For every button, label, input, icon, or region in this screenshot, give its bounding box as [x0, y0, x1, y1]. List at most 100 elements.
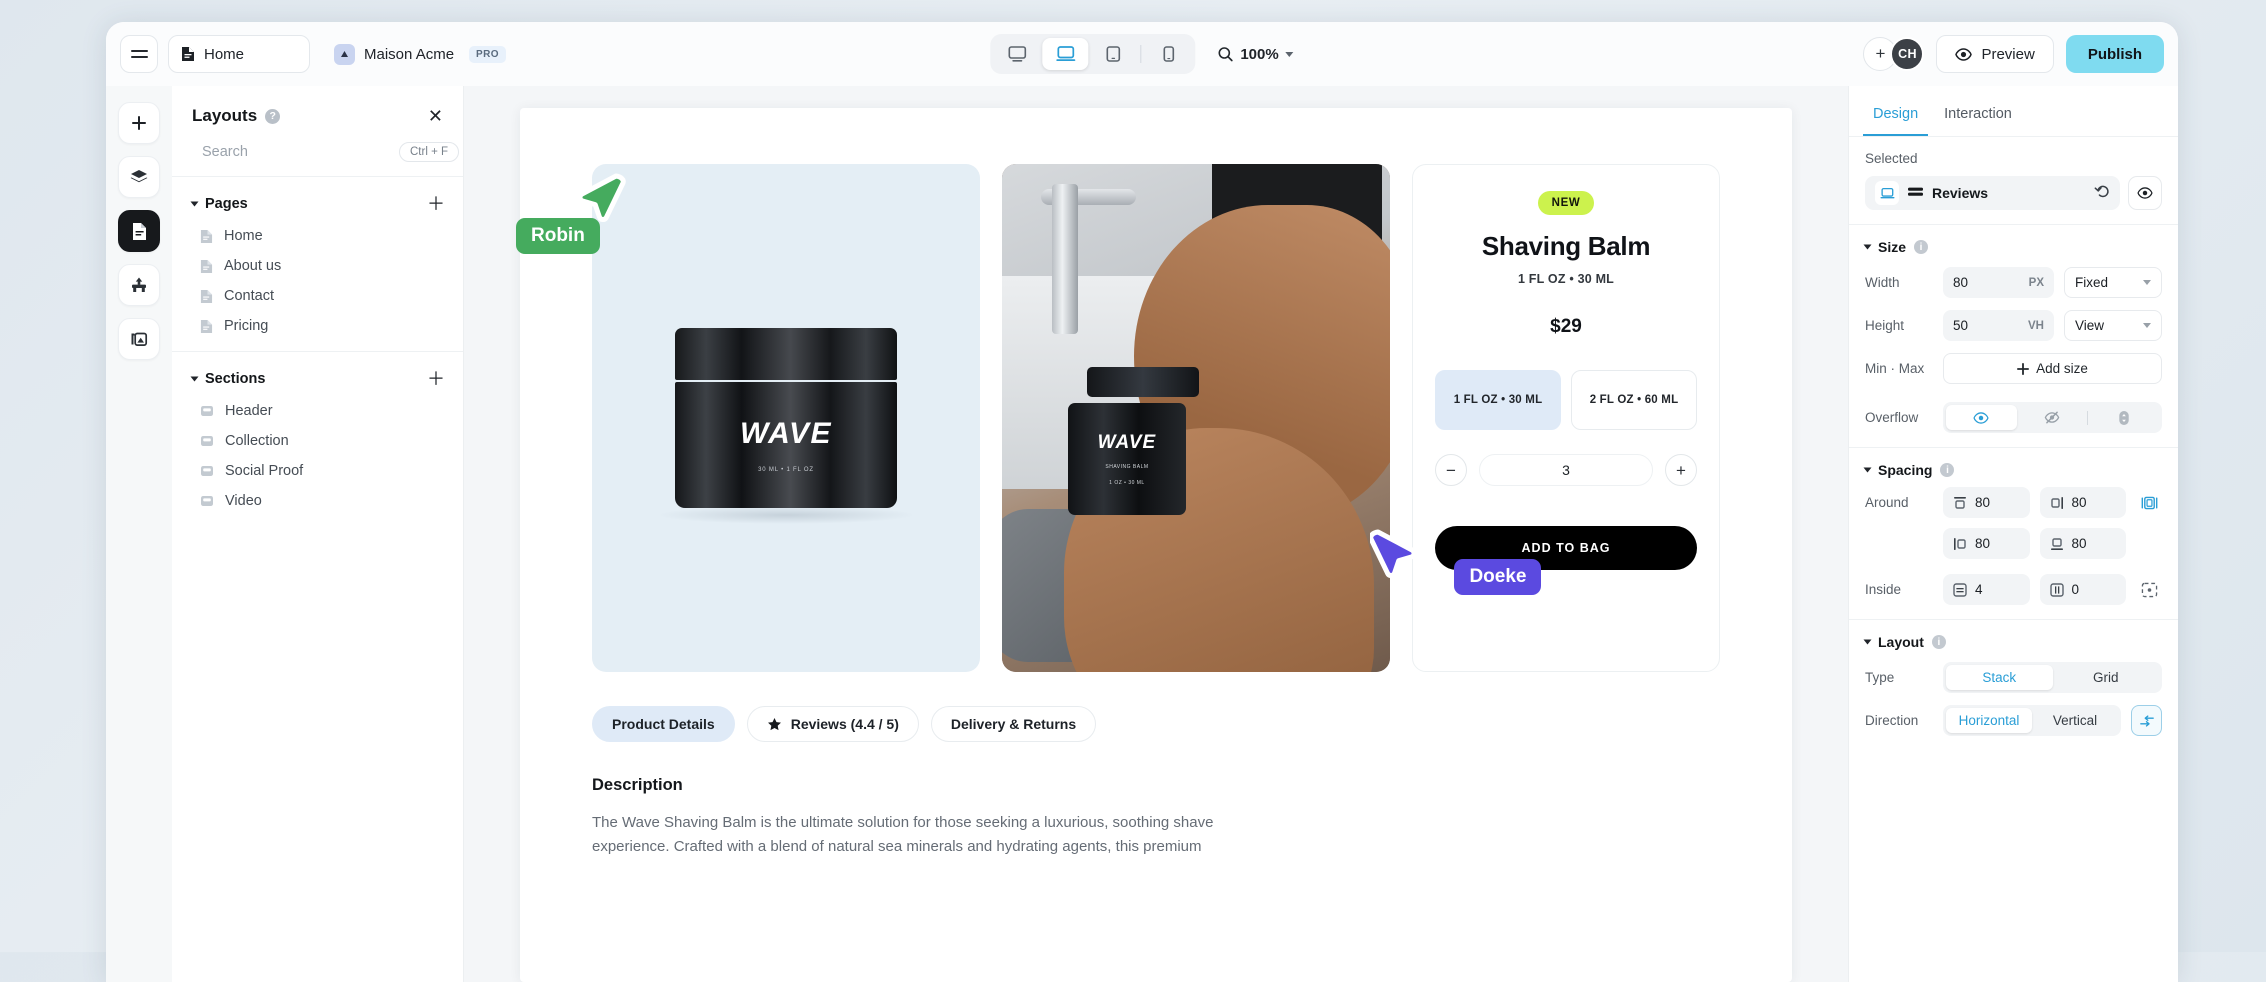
variant-option-1[interactable]: 1 FL OZ • 30 ML [1435, 370, 1561, 430]
device-desktop-button[interactable] [994, 38, 1040, 70]
layout-type-stack[interactable]: Stack [1946, 665, 2053, 690]
section-item-social-proof[interactable]: Social Proof [172, 456, 463, 486]
info-icon[interactable]: i [1914, 240, 1929, 254]
project-icon [334, 43, 355, 65]
layout-direction-vertical[interactable]: Vertical [2032, 708, 2118, 733]
variant-option-2[interactable]: 2 FL OZ • 60 ML [1571, 370, 1697, 430]
section-item-collection[interactable]: Collection [172, 426, 463, 456]
page-item-contact[interactable]: Contact [172, 281, 463, 311]
spacing-top-input[interactable]: 80 [1943, 487, 2030, 518]
preview-button[interactable]: Preview [1936, 35, 2054, 73]
left-rail [106, 86, 172, 982]
search-input[interactable] [202, 144, 389, 160]
link-spacing-icon[interactable] [2136, 495, 2162, 511]
spacing-right-input[interactable]: 80 [2039, 487, 2126, 518]
add-section-button[interactable]: ＋ [427, 370, 445, 388]
panel-header: Layouts ? ✕ [172, 86, 463, 138]
overflow-options [1943, 402, 2162, 433]
inside-vertical-input[interactable]: 4 [1943, 574, 2030, 605]
height-input[interactable]: 50 VH [1943, 310, 2054, 341]
size-section-header[interactable]: Size i [1849, 225, 2178, 261]
info-icon[interactable]: i [1940, 463, 1955, 477]
add-to-bag-button[interactable]: ADD TO BAG [1435, 526, 1697, 570]
spacing-around-row-1: Around 80 80 [1849, 484, 2178, 521]
inside-horizontal-input[interactable]: 0 [2039, 574, 2126, 605]
zoom-control[interactable]: 100% [1217, 46, 1294, 63]
close-icon[interactable]: ✕ [428, 107, 443, 125]
canvas[interactable]: WAVE 30 ML • 1 FL OZ WAVE SHAVING BALM 1… [464, 86, 1848, 982]
selected-element-chip[interactable]: Reviews [1865, 176, 2120, 210]
rail-pages-button[interactable] [118, 210, 160, 252]
tab-design[interactable]: Design [1863, 96, 1929, 136]
page-icon [200, 259, 213, 273]
size-section: Size i Width 80 PX Fixed Height 50 VH Vi… [1849, 225, 2178, 448]
layout-direction-horizontal[interactable]: Horizontal [1946, 708, 2032, 733]
width-value: 80 [1953, 275, 1969, 290]
rail-design-button[interactable] [118, 264, 160, 306]
page-item-pricing[interactable]: Pricing [172, 311, 463, 341]
overflow-hidden-button[interactable] [2017, 405, 2088, 430]
device-tablet-button[interactable] [1090, 38, 1136, 70]
inside-label: Inside [1865, 582, 1902, 597]
add-page-button[interactable]: ＋ [427, 195, 445, 213]
product-card: NEW Shaving Balm 1 FL OZ • 30 ML $29 1 F… [1412, 164, 1720, 672]
device-laptop-button[interactable] [1042, 38, 1089, 70]
reset-icon[interactable] [2094, 184, 2110, 202]
device-mobile-button[interactable] [1145, 38, 1191, 70]
spacing-around-row-2: 80 80 [1849, 521, 2178, 562]
overflow-scroll-button[interactable] [2088, 405, 2159, 430]
spacing-section-header[interactable]: Spacing i [1849, 448, 2178, 484]
info-icon[interactable]: i [1931, 635, 1946, 649]
height-value: 50 [1953, 318, 1969, 333]
tab-delivery-returns[interactable]: Delivery & Returns [930, 706, 1097, 742]
size-title: Size [1878, 239, 1907, 255]
section-item-label: Social Proof [225, 463, 304, 479]
mobile-icon [1163, 46, 1174, 62]
add-size-button[interactable]: Add size [1943, 353, 2162, 384]
rail-assets-button[interactable] [118, 318, 160, 360]
page-item-home[interactable]: Home [172, 221, 463, 251]
overflow-visible-button[interactable] [1946, 405, 2017, 430]
plus-icon [2017, 362, 2030, 375]
width-mode-select[interactable]: Fixed [2064, 267, 2162, 298]
project-selector[interactable]: Maison Acme PRO [334, 43, 506, 65]
product-image-studio[interactable]: WAVE 30 ML • 1 FL OZ [592, 164, 980, 672]
tab-product-details[interactable]: Product Details [592, 706, 735, 742]
rail-layers-button[interactable] [118, 156, 160, 198]
layout-section-header[interactable]: Layout i [1849, 620, 2178, 656]
avatar[interactable]: CH [1890, 37, 1925, 71]
inside-vertical-icon [1953, 582, 1967, 597]
quantity-decrease-button[interactable]: − [1435, 454, 1467, 486]
width-input[interactable]: 80 PX [1943, 267, 2054, 298]
pages-group-header[interactable]: Pages ＋ [172, 191, 463, 221]
product-title: Shaving Balm [1481, 231, 1651, 261]
inside-link-icon[interactable] [2136, 582, 2162, 598]
section-item-video[interactable]: Video [172, 486, 463, 516]
current-page-button[interactable]: Home [168, 35, 310, 73]
spacing-left-value: 80 [1975, 536, 1991, 551]
rail-add-button[interactable] [118, 102, 160, 144]
height-mode-select[interactable]: View [2064, 310, 2162, 341]
align-icon[interactable] [2131, 705, 2162, 736]
tab-reviews[interactable]: Reviews (4.4 / 5) [746, 706, 919, 742]
panel-title: Layouts [192, 106, 258, 125]
page-item-about-us[interactable]: About us [172, 251, 463, 281]
eye-icon [1973, 411, 1989, 424]
menu-button[interactable] [120, 35, 158, 73]
quantity-value[interactable]: 3 [1479, 454, 1653, 486]
tab-interaction[interactable]: Interaction [1934, 96, 2022, 136]
product-image-lifestyle[interactable]: WAVE SHAVING BALM 1 OZ • 30 ML [1002, 164, 1390, 672]
toggle-visibility-button[interactable] [2128, 176, 2162, 210]
collaborators: + CH [1863, 37, 1925, 71]
section-item-header[interactable]: Header [172, 396, 463, 426]
publish-button[interactable]: Publish [2065, 35, 2164, 73]
spacing-right-value: 80 [2071, 495, 2087, 510]
workspace: Layouts ? ✕ Ctrl + F Pages ＋ [106, 86, 2178, 982]
layout-type-grid[interactable]: Grid [2053, 665, 2160, 690]
jar-illustration: WAVE 30 ML • 1 FL OZ [656, 328, 916, 524]
question-icon[interactable]: ? [265, 108, 281, 124]
spacing-left-input[interactable]: 80 [1943, 528, 2030, 559]
spacing-bottom-input[interactable]: 80 [2039, 528, 2126, 559]
quantity-increase-button[interactable]: + [1665, 454, 1697, 486]
sections-group-header[interactable]: Sections ＋ [172, 366, 463, 396]
